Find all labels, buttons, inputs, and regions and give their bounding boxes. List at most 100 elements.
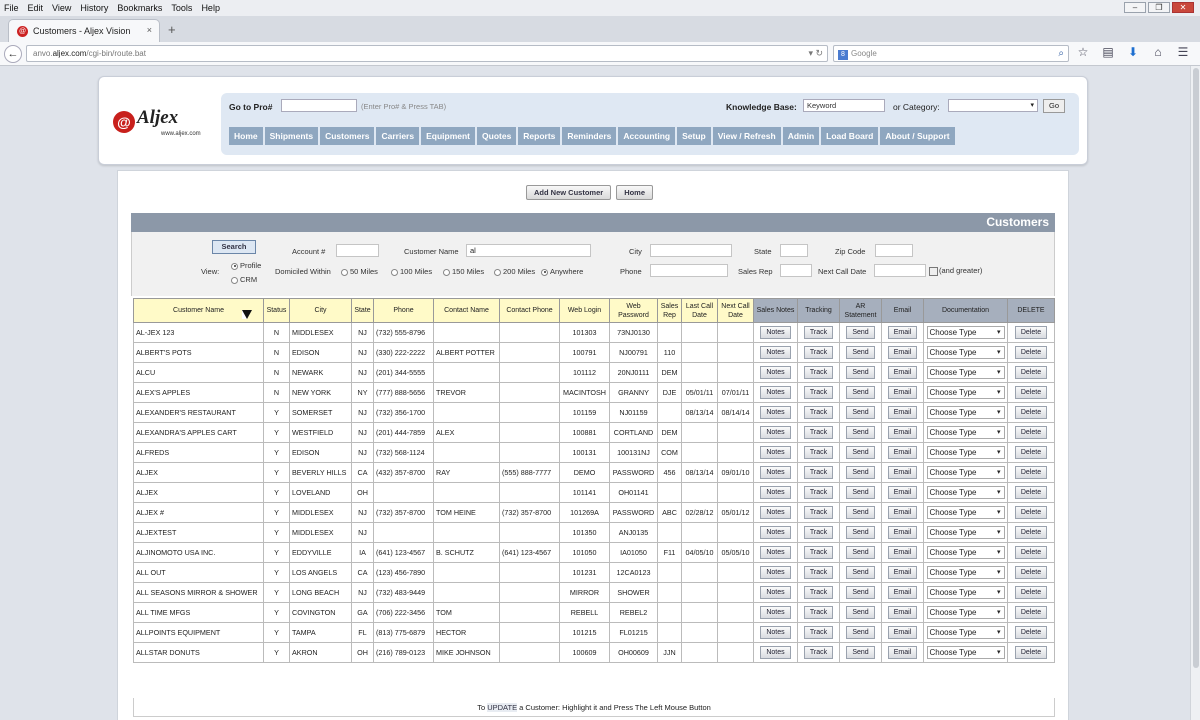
table-row[interactable]: ALL OUT Y LOS ANGELS CA (123) 456-7890 101231… — [133, 562, 1055, 583]
table-row[interactable]: ALJEX # Y MIDDLESEX NJ (732) 357-8700 TOM HEI… — [133, 502, 1055, 523]
column-header-last-call-date[interactable]: Last Call Date — [681, 298, 718, 323]
notes-button[interactable]: Notes — [760, 526, 791, 539]
track-button[interactable]: Track — [803, 446, 834, 459]
send-button[interactable]: Send — [846, 366, 875, 379]
documentation-select[interactable]: Choose Type — [926, 586, 1005, 599]
send-button[interactable]: Send — [846, 526, 875, 539]
table-row[interactable]: ALJEX Y BEVERLY HILLS CA (432) 357-8700 RAY (5… — [133, 462, 1055, 483]
delete-button[interactable]: Delete — [1014, 326, 1048, 339]
radius-50-radio[interactable]: 50 Miles — [341, 267, 378, 276]
send-button[interactable]: Send — [846, 486, 875, 499]
email-button[interactable]: Email — [887, 626, 918, 639]
url-bar[interactable]: anvo.aljex.com/cgi-bin/route.bat ▾ ↻ — [26, 45, 828, 62]
column-header-documentation[interactable]: Documentation — [923, 298, 1008, 323]
documentation-select[interactable]: Choose Type — [926, 526, 1005, 539]
column-header-web-password[interactable]: Web Password — [609, 298, 658, 323]
track-button[interactable]: Track — [803, 586, 834, 599]
send-button[interactable]: Send — [846, 326, 875, 339]
notes-button[interactable]: Notes — [760, 346, 791, 359]
email-button[interactable]: Email — [887, 406, 918, 419]
state-input[interactable] — [780, 244, 808, 257]
menu-item-history[interactable]: History — [80, 3, 108, 13]
column-header-sales-rep[interactable]: Sales Rep — [657, 298, 682, 323]
email-button[interactable]: Email — [887, 366, 918, 379]
send-button[interactable]: Send — [846, 546, 875, 559]
email-button[interactable]: Email — [887, 606, 918, 619]
table-row[interactable]: ALLSTAR DONUTS Y AKRON OH (216) 789-0123 MIKE… — [133, 642, 1055, 663]
notes-button[interactable]: Notes — [760, 426, 791, 439]
menu-item-file[interactable]: File — [4, 3, 19, 13]
send-button[interactable]: Send — [846, 346, 875, 359]
delete-button[interactable]: Delete — [1014, 366, 1048, 379]
documentation-select[interactable]: Choose Type — [926, 546, 1005, 559]
table-row[interactable]: ALBERT'S POTS N EDISON NJ (330) 222-2222 ALBE… — [133, 342, 1055, 363]
track-button[interactable]: Track — [803, 486, 834, 499]
documentation-select[interactable]: Choose Type — [926, 466, 1005, 479]
table-row[interactable]: ALEXANDER'S RESTAURANT Y SOMERSET NJ (732) 3… — [133, 402, 1055, 423]
send-button[interactable]: Send — [846, 586, 875, 599]
column-header-contact-name[interactable]: Contact Name — [433, 298, 500, 323]
email-button[interactable]: Email — [887, 486, 918, 499]
delete-button[interactable]: Delete — [1014, 446, 1048, 459]
delete-button[interactable]: Delete — [1014, 526, 1048, 539]
nav-item-equipment[interactable]: Equipment — [421, 127, 476, 145]
go-button[interactable]: Go — [1043, 99, 1065, 113]
nav-item-view-refresh[interactable]: View / Refresh — [712, 127, 781, 145]
notes-button[interactable]: Notes — [760, 546, 791, 559]
column-header-email[interactable]: Email — [881, 298, 924, 323]
table-row[interactable]: AL-JEX 123 N MIDDLESEX NJ (732) 555-8796 1013… — [133, 322, 1055, 343]
nav-item-load-board[interactable]: Load Board — [821, 127, 879, 145]
send-button[interactable]: Send — [846, 606, 875, 619]
column-header-ar-statement[interactable]: AR Statement — [839, 298, 882, 323]
documentation-select[interactable]: Choose Type — [926, 366, 1005, 379]
delete-button[interactable]: Delete — [1014, 426, 1048, 439]
nav-item-reports[interactable]: Reports — [518, 127, 561, 145]
track-button[interactable]: Track — [803, 646, 834, 659]
send-button[interactable]: Send — [846, 386, 875, 399]
knowledge-base-input[interactable]: Keyword — [803, 99, 885, 112]
nav-item-quotes[interactable]: Quotes — [477, 127, 517, 145]
documentation-select[interactable]: Choose Type — [926, 626, 1005, 639]
add-new-customer-button[interactable]: Add New Customer — [526, 185, 612, 200]
table-row[interactable]: ALCU N NEWARK NJ (201) 344-5555 101112 20NJ011… — [133, 362, 1055, 383]
browser-tab[interactable]: @ Customers - Aljex Vision × — [8, 19, 160, 42]
email-button[interactable]: Email — [887, 446, 918, 459]
search-bar[interactable]: 8 Google ⌕ — [833, 45, 1069, 62]
column-header-phone[interactable]: Phone — [373, 298, 434, 323]
delete-button[interactable]: Delete — [1014, 546, 1048, 559]
track-button[interactable]: Track — [803, 406, 834, 419]
column-header-state[interactable]: State — [351, 298, 374, 323]
email-button[interactable]: Email — [887, 346, 918, 359]
table-row[interactable]: ALJEX Y LOVELAND OH 101141 OH01141 Notes Track S… — [133, 482, 1055, 503]
minimize-icon[interactable]: – — [1124, 2, 1146, 13]
track-button[interactable]: Track — [803, 426, 834, 439]
delete-button[interactable]: Delete — [1014, 486, 1048, 499]
track-button[interactable]: Track — [803, 546, 834, 559]
delete-button[interactable]: Delete — [1014, 506, 1048, 519]
notes-button[interactable]: Notes — [760, 446, 791, 459]
delete-button[interactable]: Delete — [1014, 586, 1048, 599]
close-tab-icon[interactable]: × — [147, 25, 152, 35]
radius-200-radio[interactable]: 200 Miles — [494, 267, 535, 276]
notes-button[interactable]: Notes — [760, 646, 791, 659]
menu-item-view[interactable]: View — [52, 3, 71, 13]
radius-anywhere-radio[interactable]: Anywhere — [541, 267, 583, 276]
account-input[interactable] — [336, 244, 379, 257]
nav-item-home[interactable]: Home — [229, 127, 263, 145]
delete-button[interactable]: Delete — [1014, 606, 1048, 619]
restore-icon[interactable]: ❐ — [1148, 2, 1170, 13]
aljex-logo[interactable]: @ Aljex www.aljex.com — [113, 107, 223, 141]
track-button[interactable]: Track — [803, 626, 834, 639]
send-button[interactable]: Send — [846, 466, 875, 479]
delete-button[interactable]: Delete — [1014, 406, 1048, 419]
calendar-icon[interactable] — [929, 266, 938, 276]
delete-button[interactable]: Delete — [1014, 386, 1048, 399]
search-button[interactable]: Search — [212, 240, 256, 254]
track-button[interactable]: Track — [803, 566, 834, 579]
notes-button[interactable]: Notes — [760, 366, 791, 379]
new-tab-icon[interactable]: + — [168, 22, 176, 37]
notes-button[interactable]: Notes — [760, 586, 791, 599]
documentation-select[interactable]: Choose Type — [926, 326, 1005, 339]
email-button[interactable]: Email — [887, 326, 918, 339]
track-button[interactable]: Track — [803, 466, 834, 479]
